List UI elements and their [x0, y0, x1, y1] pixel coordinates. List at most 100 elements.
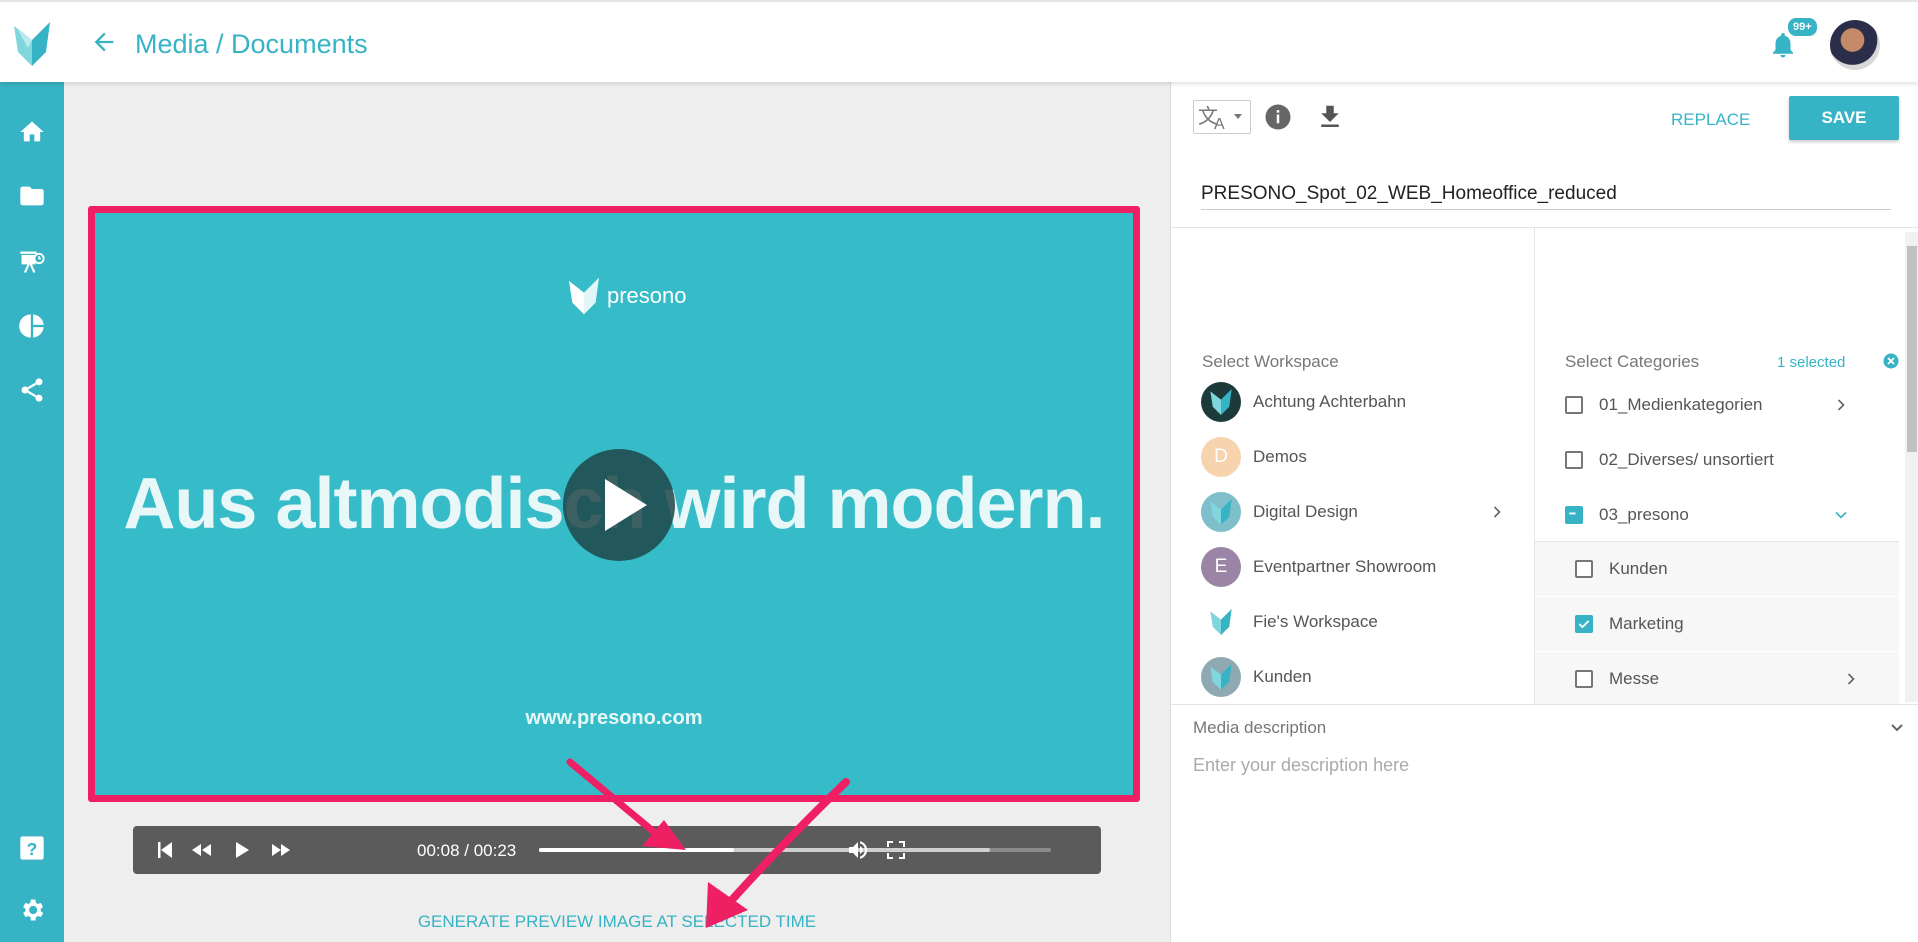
seek-bar[interactable]	[539, 848, 1051, 852]
presono-mark-icon	[569, 277, 599, 315]
pie-chart-icon[interactable]	[18, 312, 46, 340]
workspace-avatar	[1201, 602, 1241, 642]
category-item[interactable]: 01_Medienkategorien	[1535, 378, 1899, 432]
back-arrow-icon[interactable]	[90, 28, 118, 56]
check-icon	[1578, 620, 1590, 629]
divider	[1171, 704, 1918, 705]
category-scrollbar[interactable]	[1905, 232, 1918, 702]
category-label: 03_presono	[1599, 505, 1689, 524]
chevron-right-icon[interactable]	[1841, 669, 1861, 689]
media-title-input[interactable]	[1201, 178, 1891, 210]
minus-icon	[1569, 512, 1576, 515]
category-label: 01_Medienkategorien	[1599, 395, 1763, 414]
seek-bar-progress	[539, 848, 734, 852]
workspace-label: Fie's Workspace	[1253, 612, 1378, 631]
workspace-item[interactable]: Kunden	[1201, 657, 1521, 697]
workspace-label: Eventpartner Showroom	[1253, 557, 1437, 576]
workspace-label: Digital Design	[1253, 502, 1358, 521]
workspace-list: Select Workspace Achtung Achterbahn D Demo…	[1171, 228, 1535, 704]
workspace-avatar: E	[1201, 547, 1241, 587]
translate-icon: 文 A	[1198, 104, 1242, 133]
clear-selection-icon[interactable]	[1882, 352, 1900, 370]
category-checkbox[interactable]	[1575, 670, 1593, 688]
video-player[interactable]: presono Aus altmodisch wird modern. www.…	[88, 206, 1140, 802]
time-readout: 00:08 / 00:23	[417, 841, 517, 860]
workspace-item[interactable]: E Eventpartner Showroom	[1201, 547, 1521, 587]
replace-button[interactable]: REPLACE	[1671, 110, 1750, 130]
category-item[interactable]: Kunden	[1535, 542, 1899, 596]
share-icon[interactable]	[18, 376, 46, 404]
category-checkbox[interactable]	[1565, 396, 1583, 414]
play-overlay-button[interactable]	[563, 449, 675, 561]
category-label: Marketing	[1609, 614, 1684, 633]
category-checkbox[interactable]	[1565, 506, 1583, 524]
chevron-right-icon[interactable]	[1831, 395, 1851, 415]
workspace-item[interactable]: Achtung Achterbahn	[1201, 382, 1521, 422]
workspace-logo-icon	[1210, 389, 1232, 415]
category-label: Kunden	[1609, 559, 1668, 578]
category-item[interactable]: 02_Diverses/ unsortiert	[1535, 433, 1899, 487]
skip-start-icon[interactable]	[153, 838, 177, 862]
volume-icon[interactable]	[846, 838, 870, 862]
workspace-label: Achtung Achterbahn	[1253, 392, 1407, 411]
description-label: Media description	[1193, 718, 1327, 737]
category-item[interactable]: Marketing	[1535, 597, 1899, 651]
workspace-heading: Select Workspace	[1202, 352, 1339, 371]
category-item[interactable]: 03_presono	[1535, 488, 1899, 542]
category-label: Messe	[1609, 669, 1660, 688]
workspace-item[interactable]: D Demos	[1201, 437, 1521, 477]
home-icon[interactable]	[18, 118, 46, 146]
video-brand-text: presono	[607, 283, 687, 308]
presono-logo[interactable]	[14, 22, 50, 66]
play-icon[interactable]	[230, 838, 254, 862]
chevron-right-icon[interactable]	[1487, 502, 1507, 522]
rewind-icon[interactable]	[190, 838, 214, 862]
workspace-item[interactable]: Fie's Workspace	[1201, 602, 1521, 642]
media-preview-area: presono Aus altmodisch wird modern. www.…	[64, 82, 1170, 942]
play-icon	[605, 479, 647, 531]
workspace-label: Demos	[1253, 447, 1307, 466]
workspace-avatar	[1201, 382, 1241, 422]
info-icon[interactable]	[1263, 102, 1293, 132]
folder-icon[interactable]	[18, 182, 46, 210]
media-details-panel: 文 A REPLACE SAVE Select Workspace Achtun…	[1170, 82, 1918, 942]
settings-icon[interactable]	[18, 896, 46, 924]
chevron-down-icon[interactable]	[1885, 716, 1909, 740]
category-checkbox[interactable]	[1565, 451, 1583, 469]
category-checkbox[interactable]	[1575, 615, 1593, 633]
save-button[interactable]: SAVE	[1789, 96, 1899, 140]
workspace-label: Kunden	[1253, 667, 1312, 686]
scrollbar-thumb[interactable]	[1907, 246, 1917, 452]
svg-text:?: ?	[27, 839, 38, 859]
app-header: Media / Documents 99+	[0, 0, 1918, 82]
category-item[interactable]: Messe	[1535, 652, 1899, 704]
page-title: Media / Documents	[135, 29, 368, 59]
fast-forward-icon[interactable]	[268, 838, 292, 862]
help-icon[interactable]: ?	[18, 834, 46, 862]
generate-preview-link[interactable]: GENERATE PREVIEW IMAGE AT SELECTED TIME	[64, 912, 1170, 932]
video-url: www.presono.com	[525, 707, 703, 729]
category-heading: Select Categories	[1565, 352, 1700, 371]
workspace-item[interactable]: Digital Design	[1201, 492, 1521, 532]
workspace-avatar	[1201, 657, 1241, 697]
video-controls: 00:08 / 00:23	[133, 826, 1101, 874]
workspace-logo-icon	[1210, 609, 1232, 635]
sidebar: ?	[0, 82, 64, 942]
workspace-logo-icon	[1210, 499, 1232, 525]
chevron-down-icon[interactable]	[1831, 505, 1851, 525]
workspace-avatar: D	[1201, 437, 1241, 477]
fullscreen-icon[interactable]	[884, 838, 908, 862]
category-list: Select Categories 1 selected 01_Medienka…	[1535, 228, 1918, 704]
description-input[interactable]	[1193, 748, 1893, 782]
presentation-icon[interactable]	[18, 248, 46, 276]
user-avatar[interactable]	[1830, 20, 1880, 70]
category-label: 02_Diverses/ unsortiert	[1599, 450, 1774, 469]
workspace-logo-icon	[1210, 664, 1232, 690]
selected-count: 1 selected	[1777, 354, 1846, 371]
language-select[interactable]: 文 A	[1193, 100, 1251, 134]
category-checkbox[interactable]	[1575, 560, 1593, 578]
notification-badge: 99+	[1786, 16, 1819, 38]
workspace-avatar	[1201, 492, 1241, 532]
video-brand: presono	[569, 277, 687, 315]
download-icon[interactable]	[1315, 102, 1345, 132]
